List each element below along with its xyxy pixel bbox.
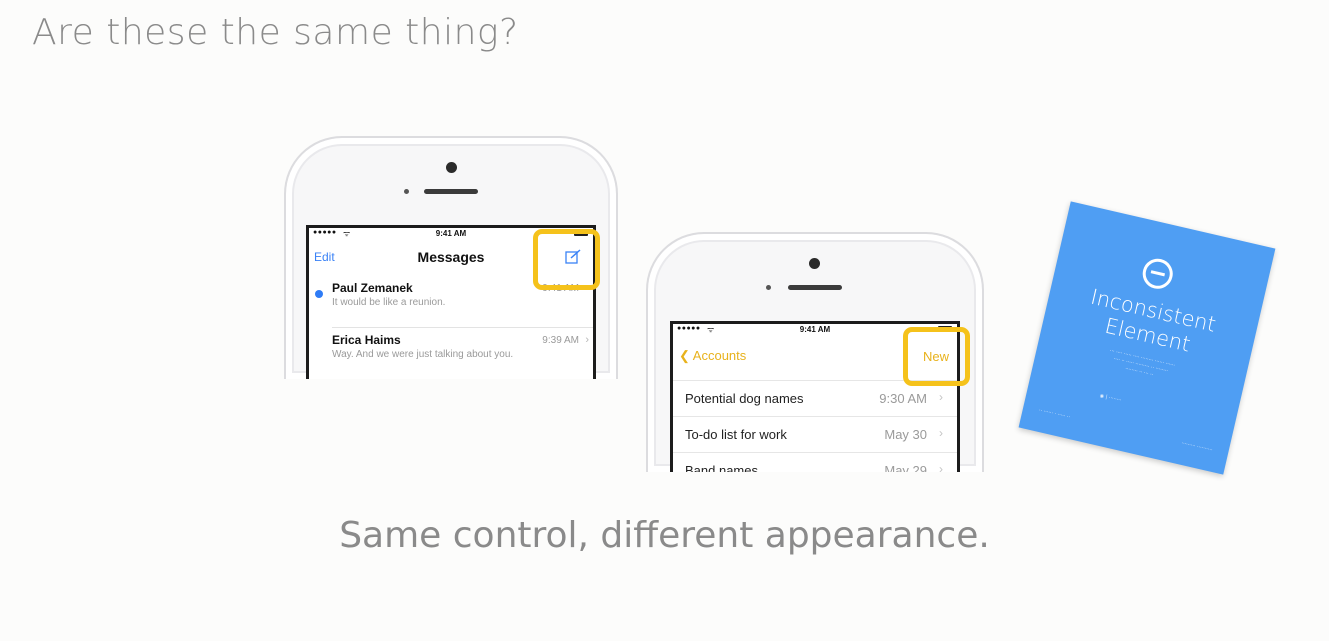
slide-caption: Same control, different appearance. [339, 515, 990, 556]
note-date: May 29 [884, 463, 927, 472]
note-title: To-do list for work [685, 427, 787, 442]
card-footer-left: ·· ······ · ····· ·· [1038, 407, 1071, 421]
message-time: 9:39 AM [542, 335, 579, 346]
earpiece-speaker [424, 189, 478, 194]
message-preview: It would be like a reunion. [332, 297, 446, 308]
chevron-left-icon: ❮ [679, 348, 693, 363]
minus-circle-icon [1139, 255, 1176, 292]
unread-dot [315, 290, 323, 298]
note-row[interactable]: To-do list for work May 30 › [673, 416, 957, 452]
message-sender: Erica Haims [332, 333, 401, 347]
card-meta: ◉ | ········ [1099, 392, 1122, 404]
new-button-highlight [903, 327, 970, 386]
chevron-right-icon: › [939, 462, 943, 472]
proximity-sensor [766, 285, 771, 290]
chevron-right-icon: › [939, 390, 943, 404]
chevron-right-icon: › [585, 334, 589, 346]
compose-highlight [533, 229, 600, 290]
back-label: Accounts [692, 348, 747, 363]
message-row[interactable]: Erica Haims 9:39 AM › Way. And we were j… [309, 328, 593, 379]
note-title: Potential dog names [685, 391, 804, 406]
card-footer-right: ········· ·········· [1180, 440, 1214, 454]
chevron-right-icon: › [939, 426, 943, 440]
note-date: 9:30 AM [879, 391, 927, 406]
front-camera [446, 162, 457, 173]
inconsistent-element-card: Inconsistent Element ··· ···· ····· ····… [1018, 201, 1276, 475]
slide-title: Are these the same thing? [32, 12, 519, 53]
earpiece-speaker [788, 285, 842, 290]
proximity-sensor [404, 189, 409, 194]
note-date: May 30 [884, 427, 927, 442]
back-button[interactable]: ❮ Accounts [679, 348, 746, 364]
note-title: Band names [685, 463, 758, 472]
note-row[interactable]: Band names May 29 › [673, 452, 957, 472]
front-camera [809, 258, 820, 269]
message-preview: Way. And we were just talking about you. [332, 349, 514, 360]
message-sender: Paul Zemanek [332, 281, 413, 295]
